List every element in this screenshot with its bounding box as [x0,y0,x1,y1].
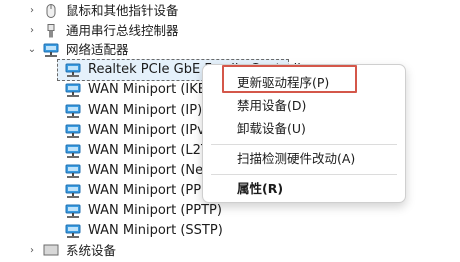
adapter-label: WAN Miniport (IPv6) [88,123,219,138]
adapter-item[interactable]: WAN Miniport (PPTP) [60,200,222,222]
network-adapter-icon [65,224,81,238]
menu-separator [211,174,397,175]
mouse-icon [46,4,56,18]
adapter-label: WAN Miniport (PPTP) [88,203,222,218]
menu-separator [211,144,397,145]
adapter-label: WAN Miniport (SSTP) [88,223,223,238]
adapter-item[interactable]: WAN Miniport (IPv6) [60,120,218,142]
tree-item-label: 鼠标和其他指针设备 [66,3,179,18]
network-adapter-icon [65,164,81,178]
chevron-right-icon[interactable]: › [26,240,38,262]
chevron-down-icon[interactable]: ⌄ [26,39,38,61]
network-adapter-icon [65,63,81,77]
network-adapter-icon [65,104,81,118]
network-adapter-icon [65,124,81,138]
menu-item-uninstall-device[interactable]: 卸载设备(U) [203,117,405,141]
tree-item-system-devices[interactable]: › 系统设备 [26,240,116,262]
highlight-annotation-box [222,65,357,93]
menu-item-disable-device[interactable]: 禁用设备(D) [203,94,405,118]
adapter-item[interactable]: WAN Miniport (SSTP) [60,220,223,242]
tree-item-network-adapters[interactable]: ⌄ 网络适配器 [26,39,129,61]
tree-item-label: 网络适配器 [66,42,129,57]
network-adapter-icon [65,83,81,97]
menu-item-scan-hardware[interactable]: 扫描检测硬件改动(A) [203,147,405,171]
tree-item-mouse[interactable]: › 鼠标和其他指针设备 [26,0,179,22]
adapter-item[interactable]: WAN Miniport (L2TP) [60,140,222,162]
system-devices-icon [43,244,59,256]
network-adapter-icon [43,43,59,57]
menu-item-properties[interactable]: 属性(R) [203,177,405,201]
network-adapter-icon [65,204,81,218]
usb-icon [47,24,55,38]
adapter-item[interactable]: WAN Miniport (IP) [60,100,202,122]
network-adapter-icon [65,144,81,158]
network-adapter-icon [65,184,81,198]
tree-item-label: 系统设备 [66,243,117,258]
chevron-right-icon[interactable]: › [26,0,38,22]
adapter-label: WAN Miniport (IP) [88,103,203,118]
